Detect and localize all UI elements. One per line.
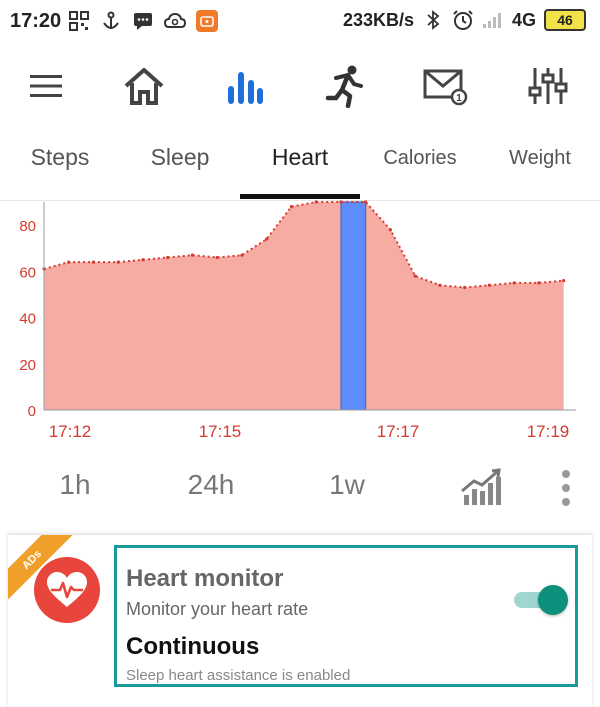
category-tabs: Steps Sleep Heart Calories Weight [0,128,600,201]
x-tick-label: 17:17 [377,422,420,441]
active-tab-indicator [240,194,360,199]
heart-rate-point [67,260,71,264]
svg-text:1: 1 [456,93,462,104]
toggle-knob [538,585,568,615]
network-type: 4G [511,9,536,30]
more-options-button[interactable] [552,467,580,509]
heart-rate-point [487,283,491,287]
heart-rate-point [537,281,541,285]
heart-monitor-mode: Continuous [126,633,260,660]
heart-rate-point [190,253,195,257]
heart-rate-point [339,200,343,204]
x-tick-label: 17:15 [199,422,242,441]
alarm-icon [452,9,474,31]
mail-icon: 1 [423,69,468,106]
signal-icon [482,9,504,31]
heart-monitor-card[interactable]: ADs Heart monitor Monitor your heart rat… [8,534,592,707]
notifications-button[interactable]: 1 [420,60,472,112]
trend-chart-icon [461,468,501,505]
bluetooth-icon [422,9,444,31]
stats-button[interactable] [218,60,270,112]
heart-rate-point [91,260,96,264]
heart-rate-point [562,278,566,283]
heart-rate-chart[interactable]: 80 60 40 20 0 17:12 17:15 17:17 17:19 [0,200,600,450]
tab-weight[interactable]: Weight [480,147,600,170]
status-time: 17:20 [10,10,62,32]
heart-rate-point [438,283,442,287]
heart-rate-point [116,260,120,264]
home-icon [124,68,164,105]
app-notification-icon [196,10,218,32]
settings-button[interactable] [522,60,574,112]
heart-rate-point [364,200,368,204]
x-tick-label: 17:19 [527,422,570,441]
heart-rate-point [166,255,170,260]
heart-rate-chart-svg: 80 60 40 20 0 17:12 17:15 17:17 17:19 [19,200,576,441]
heart-rate-point [512,281,516,285]
heart-monitor-note: Sleep heart assistance is enabled [126,667,351,684]
heart-rate-point [215,255,219,260]
y-tick-label: 0 [28,403,36,420]
battery-level: 46 [557,12,573,28]
y-tick-label: 20 [19,357,36,374]
tab-calories[interactable]: Calories [360,147,480,170]
tab-heart[interactable]: Heart [240,144,360,171]
chat-icon [132,10,154,32]
range-1h-button[interactable]: 1h [30,469,120,501]
menu-icon [30,75,62,97]
cloud-icon [164,10,186,32]
heart-rate-point [413,274,417,278]
heart-pulse-icon [47,572,87,607]
time-range-bar: 1h 24h 1w [0,455,600,525]
heart-monitor-toggle[interactable] [514,583,568,617]
selected-time-band [340,201,367,411]
tab-sleep[interactable]: Sleep [120,144,240,171]
x-tick-label: 17:12 [49,422,92,441]
heart-monitor-subtitle: Monitor your heart rate [126,599,309,619]
y-tick-label: 60 [19,264,36,281]
heart-monitor-logo [34,557,100,623]
heart-rate-point [463,285,467,290]
running-icon [325,65,363,108]
battery-icon: 46 [544,9,586,31]
heart-rate-point [240,253,244,257]
anchor-icon [100,10,122,32]
heart-rate-area [44,202,564,410]
more-vertical-icon [562,470,570,506]
y-tick-label: 80 [19,218,36,235]
network-speed: 233KB/s [342,9,414,30]
home-button[interactable] [118,60,170,112]
bar-chart-icon [228,72,263,104]
heart-rate-point [265,237,269,241]
status-bar: 17:20 233KB/s 4G 46 [0,0,600,44]
sliders-icon [528,68,568,104]
trend-button[interactable] [460,467,504,507]
y-tick-label: 40 [19,311,36,328]
range-1w-button[interactable]: 1w [302,469,392,501]
range-24h-button[interactable]: 24h [166,469,256,501]
grid-icon [68,10,90,32]
heart-rate-point [314,200,318,204]
activity-button[interactable] [318,60,370,112]
heart-rate-point [289,205,294,209]
menu-button[interactable] [20,60,72,112]
top-navigation: 1 [0,50,600,120]
tab-steps[interactable]: Steps [0,144,120,171]
heart-monitor-title: Heart monitor [126,565,284,592]
heart-rate-point [388,228,393,232]
heart-rate-point [141,258,145,262]
